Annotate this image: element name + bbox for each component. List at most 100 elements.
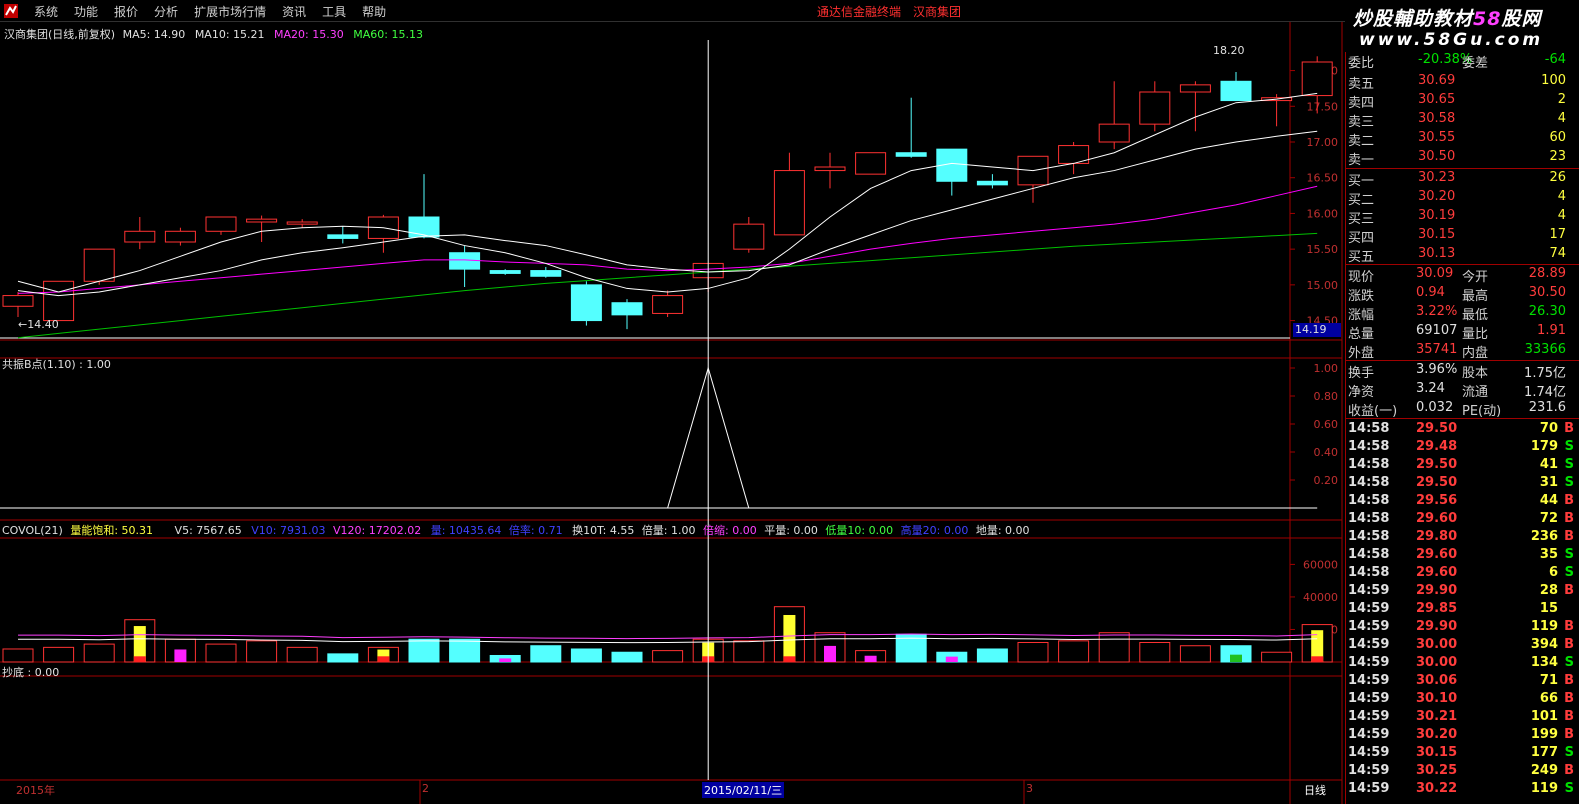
stat-value: 1.91 bbox=[1537, 323, 1566, 338]
ask-level-label: 卖一 bbox=[1348, 153, 1375, 168]
bid-level-label: 买三 bbox=[1348, 212, 1375, 227]
app-name: 通达信金融终端 bbox=[817, 5, 902, 19]
tick-price: 29.60 bbox=[1416, 547, 1458, 562]
order-diff-value: -64 bbox=[1544, 52, 1566, 67]
tick-volume: 15 bbox=[1539, 601, 1558, 616]
fundamental-label: PE(动) bbox=[1462, 404, 1502, 419]
tick-volume: 179 bbox=[1530, 439, 1558, 454]
volume-bar bbox=[1058, 640, 1090, 663]
tick-price: 30.15 bbox=[1416, 745, 1458, 760]
bid-volume: 26 bbox=[1549, 170, 1566, 185]
order-ratio-label: 委比 bbox=[1348, 56, 1375, 71]
tick-time: 14:59 bbox=[1348, 691, 1390, 706]
bid-row: 买一 30.23 26 bbox=[1346, 169, 1579, 189]
candle-body bbox=[2, 295, 34, 307]
menu-item[interactable]: 工具 bbox=[314, 3, 354, 20]
main-pane-title: 汉商集团(日线,前复权) bbox=[4, 28, 116, 41]
fundamental-row: 净资 3.24 流通 1.74亿 bbox=[1346, 380, 1579, 400]
candle-body bbox=[327, 234, 359, 239]
order-ratio-row: 委比 -20.38% 委差 -64 bbox=[1346, 51, 1579, 71]
tick-side: B bbox=[1564, 691, 1574, 706]
tick-price: 29.80 bbox=[1416, 529, 1458, 544]
chart-canvas[interactable]: 18.0017.5017.0016.5016.0015.5015.0014.50… bbox=[0, 22, 1345, 804]
ask-price: 30.69 bbox=[1418, 73, 1456, 88]
window-title: 通达信金融终端 汉商集团 bbox=[817, 3, 961, 20]
ask-row: 卖四 30.65 2 bbox=[1346, 91, 1579, 111]
x-axis-year: 2015年 bbox=[16, 784, 55, 797]
main-pane-legend: 汉商集团(日线,前复权) MA5: 14.90 MA10: 15.21 MA20… bbox=[4, 26, 423, 42]
tick-row: 14:58 29.80 236 B bbox=[1346, 528, 1579, 546]
bid-level-label: 买二 bbox=[1348, 193, 1375, 208]
ask-level-label: 卖三 bbox=[1348, 115, 1375, 130]
fundamental-label: 净资 bbox=[1348, 385, 1375, 400]
y-tick-label: 60000 bbox=[1303, 558, 1338, 571]
menu-item[interactable]: 系统 bbox=[26, 3, 66, 20]
y-tick-label: 15.50 bbox=[1307, 243, 1339, 256]
watermark-title: 炒股輔助教材58股网 bbox=[1353, 4, 1541, 31]
tick-volume: 66 bbox=[1539, 691, 1558, 706]
watermark-title-c: 股网 bbox=[1501, 8, 1542, 30]
tick-price: 29.60 bbox=[1416, 565, 1458, 580]
tick-side: B bbox=[1564, 763, 1574, 778]
stat-label: 最低 bbox=[1462, 308, 1489, 323]
volume-bar bbox=[611, 651, 643, 663]
ask-price: 30.55 bbox=[1418, 130, 1456, 145]
candle-body bbox=[286, 221, 318, 225]
candle-body bbox=[773, 170, 805, 236]
ask-volume: 4 bbox=[1557, 111, 1566, 126]
volume-bar bbox=[652, 650, 684, 663]
tick-side: B bbox=[1564, 727, 1574, 742]
menu-item[interactable]: 帮助 bbox=[354, 3, 394, 20]
volume-highlight-base bbox=[377, 656, 390, 662]
chart-area[interactable]: 18.0017.5017.0016.5016.0015.5015.0014.50… bbox=[0, 22, 1345, 804]
stat-value: 3.22% bbox=[1416, 304, 1458, 319]
menu-item[interactable]: 功能 bbox=[66, 3, 106, 20]
candle-body bbox=[976, 180, 1008, 186]
menu-item[interactable]: 扩展市场行情 bbox=[186, 3, 274, 20]
tick-side: B bbox=[1564, 619, 1574, 634]
stat-value: 0.94 bbox=[1416, 285, 1445, 300]
stat-label: 现价 bbox=[1348, 270, 1375, 285]
tick-price: 29.50 bbox=[1416, 475, 1458, 490]
fundamental-label: 流通 bbox=[1462, 385, 1489, 400]
candle-body bbox=[43, 280, 75, 322]
fundamental-value: 231.6 bbox=[1528, 400, 1566, 415]
tick-time: 14:58 bbox=[1348, 565, 1390, 580]
y-tick-label: 0.80 bbox=[1314, 390, 1339, 403]
fundamental-value: 0.032 bbox=[1416, 400, 1454, 415]
menu-item[interactable]: 报价 bbox=[106, 3, 146, 20]
watermark: 炒股輔助教材58股网 www.58Gu.com bbox=[1345, 0, 1579, 52]
volume-bar bbox=[246, 640, 278, 663]
tick-price: 30.22 bbox=[1416, 781, 1458, 796]
tick-side: B bbox=[1564, 709, 1574, 724]
y-tick-label: 16.00 bbox=[1307, 207, 1339, 220]
menu-item[interactable]: 资讯 bbox=[274, 3, 314, 20]
ground-volume-label: 地量: 0.00 bbox=[975, 524, 1030, 537]
bid-volume: 74 bbox=[1549, 246, 1566, 261]
tick-side: S bbox=[1564, 781, 1574, 796]
stat-row: 现价 30.09 今开 28.89 bbox=[1346, 265, 1579, 285]
bid-volume: 4 bbox=[1557, 208, 1566, 223]
indicator-line bbox=[18, 366, 1318, 509]
tick-price: 29.56 bbox=[1416, 493, 1458, 508]
tick-time: 14:58 bbox=[1348, 439, 1390, 454]
stat-row: 外盘 35741 内盘 33366 bbox=[1346, 341, 1579, 361]
tick-price: 30.10 bbox=[1416, 691, 1458, 706]
tick-side: B bbox=[1564, 421, 1574, 436]
period-selector[interactable]: 日线 bbox=[1304, 782, 1326, 798]
tick-time: 14:58 bbox=[1348, 421, 1390, 436]
tick-row: 14:59 30.20 199 B bbox=[1346, 726, 1579, 744]
tick-volume: 31 bbox=[1539, 475, 1558, 490]
flat-volume-label: 平量: 0.00 bbox=[764, 524, 818, 537]
stat-label: 涨幅 bbox=[1348, 308, 1375, 323]
candle-body bbox=[530, 270, 562, 277]
tick-row: 14:59 30.22 119 S bbox=[1346, 780, 1579, 798]
tick-price: 29.50 bbox=[1416, 457, 1458, 472]
tick-time: 14:58 bbox=[1348, 529, 1390, 544]
tick-row: 14:59 30.15 177 S bbox=[1346, 744, 1579, 762]
ask-level-label: 卖二 bbox=[1348, 134, 1375, 149]
tick-side: S bbox=[1564, 475, 1574, 490]
menu-item[interactable]: 分析 bbox=[146, 3, 186, 20]
tick-price: 30.20 bbox=[1416, 727, 1458, 742]
tick-row: 14:58 29.56 44 B bbox=[1346, 492, 1579, 510]
